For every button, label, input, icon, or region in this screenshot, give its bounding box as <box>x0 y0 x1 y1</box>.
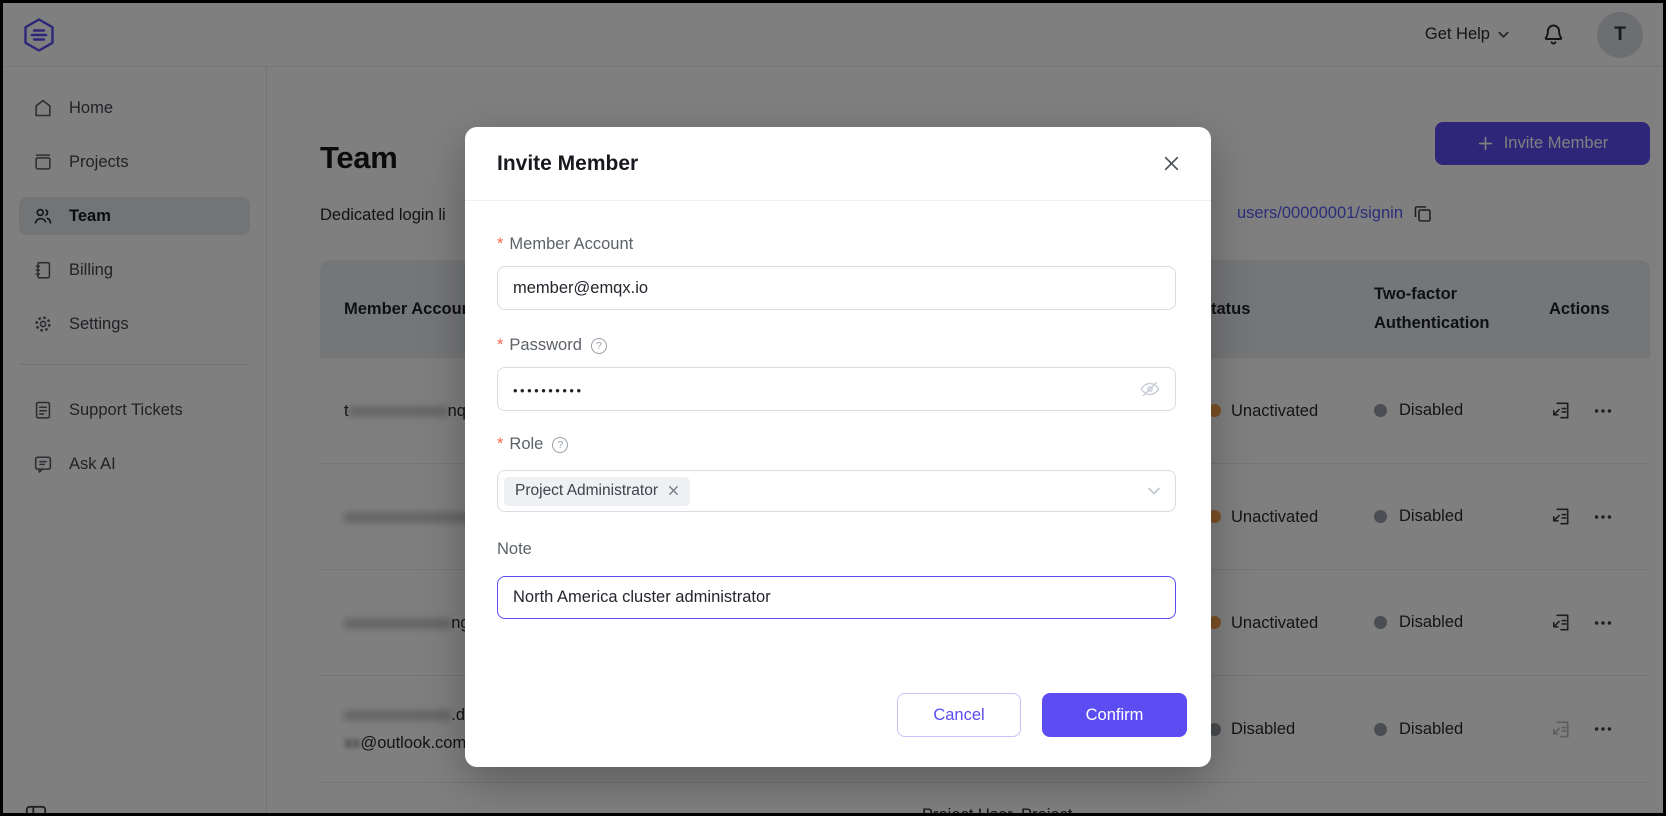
member-account-label: * Member Account <box>497 235 1176 254</box>
app-window: Get Help T Home <box>0 0 1666 816</box>
member-account-field[interactable]: member@emqx.io <box>497 266 1176 310</box>
password-label: * Password ? <box>497 336 1176 355</box>
member-account-value: member@emqx.io <box>513 279 648 298</box>
modal-title: Invite Member <box>497 152 638 176</box>
required-asterisk: * <box>497 435 503 454</box>
note-field-focused[interactable]: North America cluster administrator <box>497 576 1176 619</box>
role-tag-label: Project Administrator <box>515 482 658 500</box>
password-field[interactable]: •••••••••• <box>497 367 1176 411</box>
required-asterisk: * <box>497 235 503 254</box>
password-masked-value: •••••••••• <box>513 383 584 398</box>
modal-footer: Cancel Confirm <box>465 693 1211 767</box>
role-label: * Role ? <box>497 435 1176 454</box>
tag-close-icon[interactable] <box>667 484 680 497</box>
role-select[interactable]: Project Administrator <box>497 470 1176 512</box>
confirm-button[interactable]: Confirm <box>1042 693 1187 737</box>
role-tag: Project Administrator <box>504 477 690 506</box>
eye-off-icon[interactable] <box>1139 378 1161 400</box>
modal-header: Invite Member <box>465 127 1211 201</box>
help-circle-icon[interactable]: ? <box>591 338 607 354</box>
required-asterisk: * <box>497 336 503 355</box>
modal-body: * Member Account member@emqx.io * Passwo… <box>465 201 1211 619</box>
note-value: North America cluster administrator <box>513 588 771 607</box>
chevron-down-icon <box>1146 483 1162 499</box>
invite-member-modal: Invite Member * Member Account member@em… <box>465 127 1211 767</box>
cancel-button[interactable]: Cancel <box>897 693 1021 737</box>
note-label: Note <box>497 540 1176 559</box>
help-circle-icon[interactable]: ? <box>552 437 568 453</box>
close-icon[interactable] <box>1158 150 1185 177</box>
